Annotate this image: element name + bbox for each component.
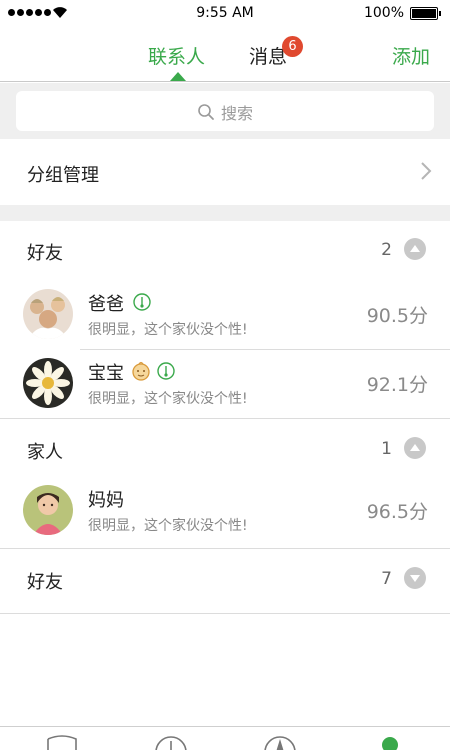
group-count: 2 <box>381 240 392 260</box>
contact-signature: 很明显，这个家伙没个性! <box>88 322 248 338</box>
contact-score: 92.1分 <box>366 374 428 396</box>
contact-name: 爸爸 <box>88 294 124 315</box>
section-divider <box>0 548 450 549</box>
search-icon <box>198 104 214 120</box>
collapse-toggle-icon[interactable] <box>404 437 426 459</box>
baby-face-icon <box>132 361 150 381</box>
group-count: 1 <box>381 439 392 459</box>
section-gap <box>0 205 450 221</box>
group-management-label: 分组管理 <box>27 165 99 186</box>
avatar <box>23 485 73 535</box>
compass-icon[interactable] <box>263 735 297 750</box>
group-count: 7 <box>381 569 392 589</box>
expand-toggle-icon[interactable] <box>404 567 426 589</box>
status-bar: 9:55 AM 100% <box>0 0 450 28</box>
collapse-toggle-icon[interactable] <box>404 238 426 260</box>
active-tab-indicator <box>170 72 186 81</box>
tab-contacts[interactable]: 联系人 <box>148 42 205 69</box>
group-title: 家人 <box>27 442 63 463</box>
contacts-tab-icon[interactable] <box>380 735 400 750</box>
group-header-friends[interactable]: 好友 2 <box>0 221 450 279</box>
search-bar-container: 搜索 <box>0 83 450 139</box>
group-management-row[interactable]: 分组管理 <box>0 139 450 205</box>
contact-row[interactable]: 爸爸 很明显，这个家伙没个性! 90.5分 <box>0 281 450 350</box>
chevron-right-icon <box>421 162 432 180</box>
bottom-tab-bar <box>0 726 450 750</box>
battery-icon <box>410 7 441 20</box>
search-placeholder: 搜索 <box>220 104 253 123</box>
group-header-family[interactable]: 家人 1 <box>0 420 450 478</box>
contact-name: 宝宝 <box>88 363 124 384</box>
section-divider <box>0 613 450 614</box>
top-nav: 联系人 消息 6 添加 <box>0 28 450 82</box>
contact-row[interactable]: 宝宝 很明显，这个家伙没个性! 92.1分 <box>0 350 450 419</box>
group-title: 好友 <box>27 572 63 593</box>
contact-score: 90.5分 <box>366 305 428 327</box>
thermometer-icon <box>133 293 151 311</box>
clock-icon[interactable] <box>154 735 188 750</box>
avatar <box>23 358 73 408</box>
contact-score: 96.5分 <box>366 501 428 523</box>
group-header-friends-2[interactable]: 好友 7 <box>0 550 450 608</box>
add-button[interactable]: 添加 <box>392 42 430 69</box>
thermometer-icon <box>157 362 175 380</box>
contact-row[interactable]: 妈妈 很明显，这个家伙没个性! 96.5分 <box>0 477 450 546</box>
avatar <box>23 289 73 339</box>
search-input[interactable]: 搜索 <box>16 91 434 131</box>
contact-signature: 很明显，这个家伙没个性! <box>88 518 248 534</box>
contact-name: 妈妈 <box>88 490 124 511</box>
messages-badge: 6 <box>282 36 303 57</box>
battery-percent: 100% <box>363 5 404 21</box>
section-divider <box>0 418 450 419</box>
contact-signature: 很明显，这个家伙没个性! <box>88 391 248 407</box>
shield-icon[interactable] <box>46 735 78 750</box>
group-title: 好友 <box>27 243 63 264</box>
